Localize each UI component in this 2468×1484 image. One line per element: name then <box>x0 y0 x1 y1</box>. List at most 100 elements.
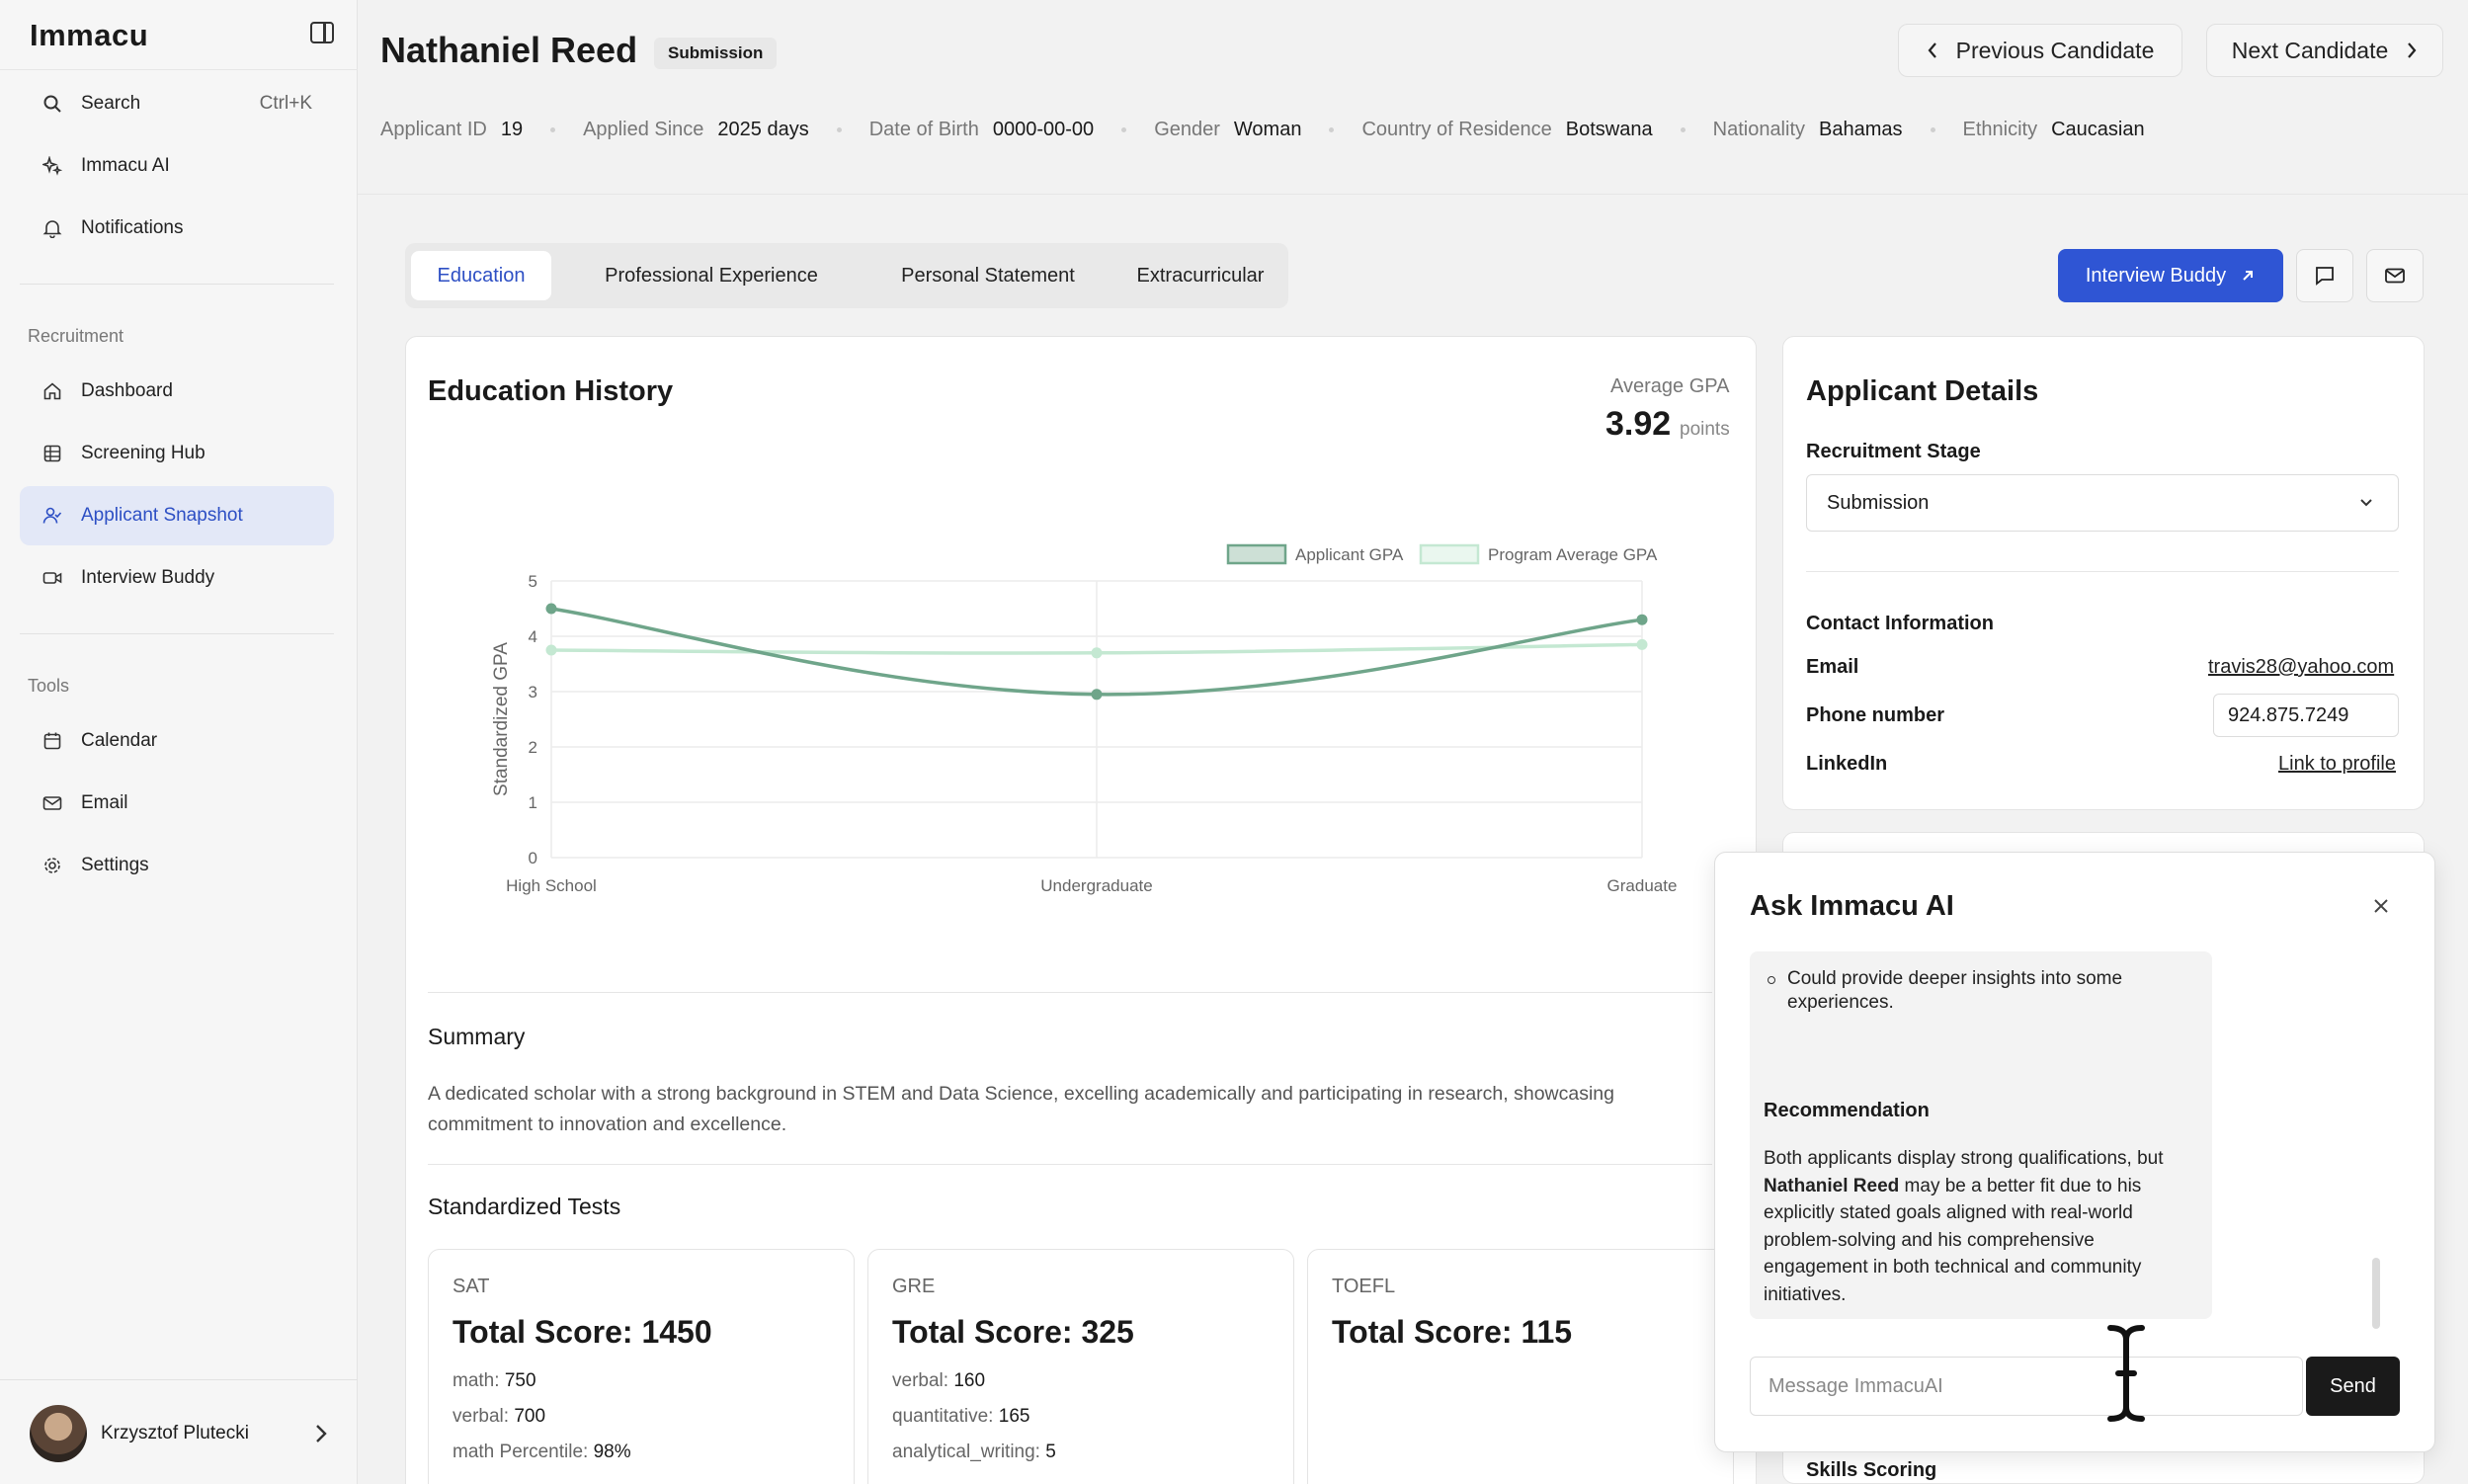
sidebar-item-calendar[interactable]: Calendar <box>20 711 334 771</box>
mail-icon <box>2385 268 2405 284</box>
meta-separator <box>550 127 556 132</box>
score-value: 700 <box>514 1406 546 1427</box>
email-label: Email <box>1806 656 1859 678</box>
meta-key: Nationality <box>1712 119 1806 140</box>
test-card-gre: GRE Total Score: 325 verbal: 160 quantit… <box>867 1249 1294 1484</box>
chevron-right-icon[interactable] <box>314 1423 328 1444</box>
score-value: 98% <box>593 1442 631 1462</box>
user-profile[interactable]: Krzysztof Plutecki <box>30 1405 249 1462</box>
average-gpa-value: 3.92 <box>1605 405 1672 443</box>
sidebar-item-label: Applicant Snapshot <box>81 505 243 526</box>
test-name: GRE <box>892 1276 936 1297</box>
y-tick-label: 5 <box>529 572 537 591</box>
y-tick-label: 0 <box>529 849 537 867</box>
linkedin-link[interactable]: Link to profile <box>2278 753 2396 776</box>
sparkle-icon <box>41 155 63 177</box>
sidebar-item-email[interactable]: Email <box>20 774 334 833</box>
recruitment-stage-value: Submission <box>1827 491 1930 514</box>
test-name: SAT <box>452 1276 490 1297</box>
y-tick-label: 4 <box>529 627 537 646</box>
sidebar-item-settings[interactable]: Settings <box>20 836 334 895</box>
sidebar-search[interactable]: Search Ctrl+K <box>20 74 334 133</box>
test-score-line: verbal: 160 <box>892 1370 985 1392</box>
close-icon[interactable] <box>2371 896 2391 916</box>
average-gpa-label: Average GPA <box>1610 375 1730 397</box>
legend-label: Applicant GPA <box>1295 545 1404 564</box>
meta-value: Caucasian <box>2051 119 2145 140</box>
sidebar-item-notifications[interactable]: Notifications <box>20 199 334 258</box>
tab-personal-statement[interactable]: Personal Statement <box>867 251 1109 300</box>
section-label-tools: Tools <box>28 676 70 696</box>
tab-extracurricular[interactable]: Extracurricular <box>1126 251 1275 300</box>
test-total-score: Total Score: 115 <box>1332 1314 1573 1350</box>
ai-scrollbar[interactable] <box>2372 1258 2380 1329</box>
sidebar-item-label: Notifications <box>81 217 184 238</box>
meta-separator <box>1680 127 1686 132</box>
sidebar-item-screening-hub[interactable]: Screening Hub <box>20 424 334 483</box>
test-score-line: quantitative: 165 <box>892 1406 1029 1428</box>
meta-value: Bahamas <box>1819 119 1903 140</box>
recommendation-candidate-name: Nathaniel Reed <box>1764 1175 1900 1196</box>
meta-separator <box>1329 127 1335 132</box>
send-button[interactable]: Send <box>2306 1357 2400 1416</box>
recruitment-stage-select[interactable]: Submission <box>1806 474 2399 532</box>
previous-candidate-button[interactable]: Previous Candidate <box>1898 24 2182 77</box>
y-tick-label: 2 <box>529 738 537 757</box>
email-button[interactable] <box>2366 249 2424 302</box>
section-divider <box>1806 571 2399 572</box>
sidebar: Immacu Search Ctrl+K Immacu AI Notificat… <box>0 0 358 1484</box>
sidebar-item-interview-buddy[interactable]: Interview Buddy <box>20 548 334 608</box>
ai-message-input[interactable]: Message ImmacuAI <box>1750 1357 2303 1416</box>
status-badge: Submission <box>654 38 778 69</box>
section-divider <box>428 992 1712 993</box>
y-tick-label: 1 <box>529 793 537 812</box>
sidebar-divider <box>0 1379 358 1380</box>
recommendation-title: Recommendation <box>1764 1100 1930 1121</box>
meta-key: Date of Birth <box>868 119 979 140</box>
sidebar-item-dashboard[interactable]: Dashboard <box>20 362 334 421</box>
y-tick-label: 3 <box>529 683 537 701</box>
meta-value: 2025 days <box>717 119 809 140</box>
sidebar-item-label: Email <box>81 792 128 813</box>
score-value: 160 <box>953 1370 986 1391</box>
test-score-line: analytical_writing: 5 <box>892 1442 1056 1463</box>
chevron-right-icon <box>2408 42 2417 58</box>
phone-field[interactable]: 924.875.7249 <box>2213 694 2399 737</box>
chevron-down-icon <box>2360 499 2372 507</box>
video-icon <box>41 567 63 589</box>
grid-icon <box>41 443 63 464</box>
interview-buddy-label: Interview Buddy <box>2085 264 2227 287</box>
next-candidate-label: Next Candidate <box>2231 37 2389 63</box>
average-gpa-unit: points <box>1680 419 1730 440</box>
sidebar-toggle-icon[interactable] <box>310 22 334 43</box>
meta-separator <box>1930 127 1935 132</box>
data-point <box>1091 647 1103 659</box>
score-key: math Percentile: <box>452 1442 589 1462</box>
email-link[interactable]: travis28@yahoo.com <box>2208 656 2394 679</box>
test-total-score: Total Score: 325 <box>892 1314 1134 1350</box>
meta-value: 0000-00-00 <box>992 119 1095 140</box>
ai-message: Could provide deeper insights into some … <box>1750 951 2212 1319</box>
sidebar-item-applicant-snapshot[interactable]: Applicant Snapshot <box>20 486 334 545</box>
meta-key: Country of Residence <box>1361 119 1552 140</box>
mail-icon <box>41 792 63 814</box>
content-tabs: Education Professional Experience Person… <box>405 243 1288 308</box>
comment-button[interactable] <box>2296 249 2353 302</box>
search-shortcut: Ctrl+K <box>259 93 312 114</box>
app-logo[interactable]: Immacu <box>30 18 148 53</box>
bell-icon <box>41 217 63 239</box>
tab-education[interactable]: Education <box>411 251 551 300</box>
sidebar-item-immacu-ai[interactable]: Immacu AI <box>20 136 334 196</box>
contact-information-title: Contact Information <box>1806 613 1994 634</box>
gpa-line-chart: 0 1 2 3 4 5 High School Undergraduate Graduate St… <box>491 543 1677 895</box>
data-point <box>1636 614 1648 625</box>
sidebar-divider <box>20 633 334 634</box>
ask-ai-panel: Ask Immacu AI Could provide deeper insig… <box>1714 852 2435 1452</box>
applicant-details-title: Applicant Details <box>1806 375 2039 407</box>
test-card-sat: SAT Total Score: 1450 math: 750 verbal: … <box>428 1249 855 1484</box>
interview-buddy-button[interactable]: Interview Buddy <box>2058 249 2283 302</box>
meta-key: Applied Since <box>583 119 704 140</box>
section-divider <box>428 1164 1712 1165</box>
next-candidate-button[interactable]: Next Candidate <box>2206 24 2443 77</box>
tab-professional-experience[interactable]: Professional Experience <box>573 251 850 300</box>
